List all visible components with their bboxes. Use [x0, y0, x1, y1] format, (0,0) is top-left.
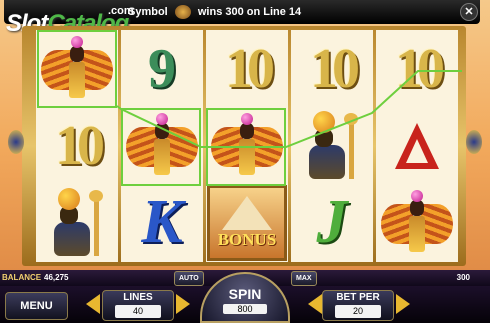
lines-label: LINES [123, 292, 153, 303]
auto-button[interactable]: AUTO [174, 271, 204, 286]
spin-label: SPIN [228, 286, 262, 302]
bet-decrease-button[interactable] [308, 294, 322, 314]
lines-increase-button[interactable] [176, 294, 190, 314]
lines-box: LINES 40 [102, 290, 174, 321]
win-value: 300 [456, 273, 470, 282]
bet-value: 20 [335, 305, 381, 318]
balance-label: BALANCE [2, 273, 42, 282]
max-bet-button[interactable]: MAX [291, 271, 317, 286]
lines-decrease-button[interactable] [86, 294, 100, 314]
lines-value: 40 [115, 305, 161, 318]
balance-value: 46,275 [44, 273, 69, 282]
bet-box: BET PER 20 [322, 290, 394, 321]
total-bet-value: 800 [223, 304, 267, 314]
bet-increase-button[interactable] [396, 294, 410, 314]
menu-button[interactable]: MENU [5, 292, 68, 320]
bet-label: BET PER [336, 292, 380, 303]
